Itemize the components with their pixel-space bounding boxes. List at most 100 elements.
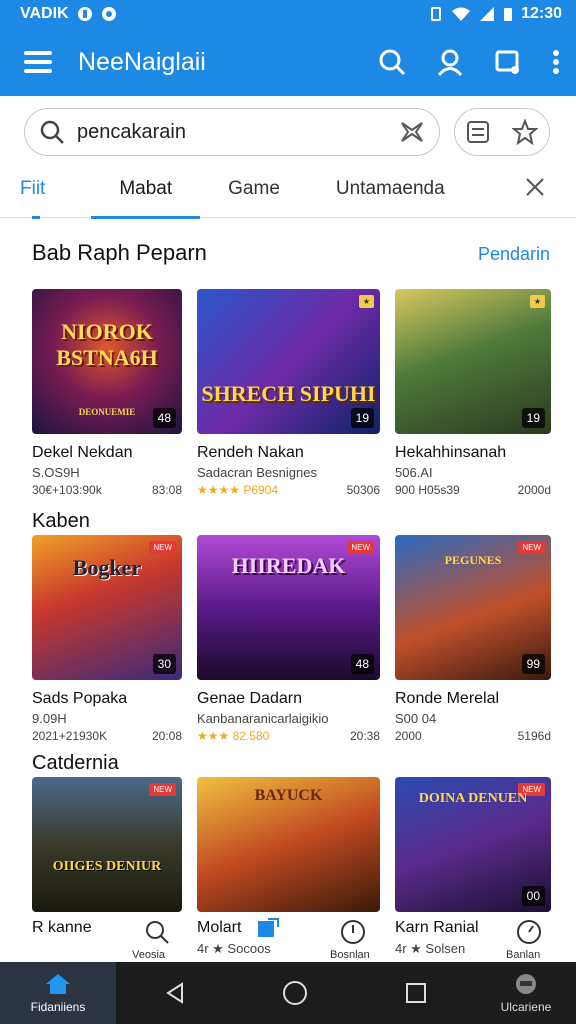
bottom-label-bug: Bosnlan	[330, 949, 370, 961]
circle-dot-icon	[101, 6, 117, 22]
game-name: Molart	[197, 919, 242, 936]
game-subtitle: 9.09H	[32, 711, 67, 726]
recents-icon[interactable]	[404, 981, 428, 1005]
game-thumbnail: NEW DOINA DENUEN 00	[395, 777, 551, 912]
more-vert-icon[interactable]	[552, 49, 560, 75]
game-thumbnail: NEW PEGUNES 99	[395, 535, 551, 680]
rating-badge: 30	[152, 654, 176, 674]
rating-badge: 48	[152, 408, 176, 428]
game-tag: ★	[529, 295, 545, 308]
game-meta: 30€+103:90k 83:08	[32, 483, 182, 497]
system-nav-bar: Fidaniiens Ulcariene	[0, 962, 576, 1024]
game-card[interactable]: BAYUCK	[197, 777, 380, 912]
game-card[interactable]: NEW PEGUNES 99 Ronde Merelal S00 04 2000…	[395, 535, 551, 743]
game-name: Rendeh Nakan	[197, 444, 304, 461]
game-meta-left: 2000	[395, 729, 422, 743]
game-subtitle: 4r ★ Socoos	[197, 941, 271, 956]
game-tag: ★	[358, 295, 374, 308]
game-subtitle: Kanbanaranicarlaigikio	[197, 711, 329, 726]
game-meta: 900 H05s39 2000d	[395, 483, 551, 497]
rating-badge: 99	[521, 654, 545, 674]
status-time: 12:30	[521, 5, 562, 22]
game-card[interactable]: NEW OIIGES DENIUR	[32, 777, 182, 912]
home-circle-icon[interactable]	[282, 980, 308, 1006]
game-meta-right: 83:08	[151, 483, 182, 497]
list-icon[interactable]	[466, 119, 490, 145]
game-art-title: SHRECH SIPUHI	[201, 381, 376, 406]
game-art-title: PEGUNES	[444, 553, 502, 567]
game-meta-right: 5196d	[517, 729, 551, 743]
game-tag: NEW	[149, 541, 176, 554]
game-thumbnail: NEW OIIGES DENIUR	[32, 777, 182, 912]
star-icon[interactable]	[512, 119, 538, 145]
profile-tab[interactable]: Ulcariene	[476, 972, 576, 1014]
close-icon[interactable]	[524, 176, 546, 198]
clock-icon[interactable]	[516, 919, 542, 945]
home-icon	[44, 972, 72, 996]
game-meta-left: ★★★ 82.580	[197, 729, 270, 743]
home-tab-label: Fidaniiens	[30, 1000, 86, 1014]
back-icon[interactable]	[164, 981, 186, 1005]
search-icon[interactable]	[378, 48, 406, 76]
game-subtitle: 506.AI	[395, 465, 433, 480]
game-art-title: HIIREDAK	[231, 553, 346, 578]
section-title: Kaben	[32, 510, 90, 532]
tab-mabat[interactable]: Mabat	[91, 160, 200, 219]
rating-badge: 19	[521, 408, 545, 428]
rating-badge: 48	[350, 654, 374, 674]
signal-icon	[479, 6, 495, 22]
account-icon[interactable]	[436, 48, 464, 76]
rating-badge: 19	[350, 408, 374, 428]
see-all-link[interactable]: Pendarin	[478, 244, 550, 265]
section-title: Catdernia	[32, 752, 119, 774]
game-name: Dekel Nekdan	[32, 444, 133, 461]
game-tag: NEW	[149, 783, 176, 796]
game-card[interactable]: ★ SHRECH SIPUHI 19 Rendeh Nakan Sadacran…	[197, 289, 380, 497]
game-thumbnail: BAYUCK	[197, 777, 380, 912]
game-art-title: DOINA DENUEN	[418, 791, 528, 806]
game-meta-left: 2021+21930K	[32, 729, 108, 743]
notification-icon	[77, 6, 93, 22]
battery-icon	[503, 6, 513, 22]
wifi-icon	[451, 6, 471, 22]
game-thumbnail: ★ 19	[395, 289, 551, 434]
game-art-title: BAYUCK	[254, 787, 323, 804]
game-meta-right: 2000d	[517, 483, 551, 497]
game-card[interactable]: NEW Bogker 30 Sads Popaka 9.09H 2021+219…	[32, 535, 182, 743]
game-subtitle: S00 04	[395, 711, 437, 726]
nav-buttons	[116, 980, 476, 1006]
game-thumbnail: NEW Bogker 30	[32, 535, 182, 680]
game-card[interactable]: NEW HIIREDAK 48 Genae Dadarn Kanbanarani…	[197, 535, 380, 743]
tab-untamaenda[interactable]: Untamaenda	[336, 160, 445, 218]
game-meta: ★★★ 82.580 20:38	[197, 729, 380, 743]
cast-icon[interactable]	[494, 48, 522, 76]
clear-icon[interactable]	[399, 120, 425, 144]
filter-button-group	[454, 108, 550, 156]
profile-tab-label: Ulcariene	[500, 1000, 552, 1014]
game-subtitle: 4r ★ Solsen	[395, 941, 466, 956]
bug-icon[interactable]	[340, 919, 366, 945]
tab-game[interactable]: Game	[228, 160, 280, 218]
game-meta-right: 20:38	[349, 729, 380, 743]
game-card[interactable]: ★ 19 Hekahhinsanah 506.AI 900 H05s39 2000…	[395, 289, 551, 497]
search-row	[0, 106, 576, 158]
search-input[interactable]	[77, 120, 387, 144]
search-box[interactable]	[24, 108, 440, 156]
home-tab[interactable]: Fidaniiens	[0, 962, 116, 1024]
game-art-title: Bogker	[72, 555, 142, 580]
status-bar: VADIK 12:30	[0, 0, 576, 28]
game-meta-left: ★★★★ P6904	[197, 483, 279, 497]
search-icon[interactable]	[144, 919, 170, 945]
game-name: Hekahhinsanah	[395, 444, 507, 461]
game-card[interactable]: NEW DOINA DENUEN 00	[395, 777, 551, 912]
game-meta-left: 30€+103:90k	[32, 483, 102, 497]
game-name: R kanne	[32, 919, 92, 936]
game-meta-left: 900 H05s39	[395, 483, 460, 497]
tab-bar: Fiit Mabat Game Untamaenda	[0, 160, 576, 219]
tab-fiit[interactable]: Fiit	[20, 160, 45, 219]
game-card[interactable]: NIOROK BSTNA6H DEONUEMIE 48 Dekel Nekdan…	[32, 289, 182, 497]
search-icon	[39, 119, 65, 145]
bookmark-icon[interactable]	[254, 917, 280, 941]
robot-icon	[514, 972, 538, 996]
menu-icon[interactable]	[24, 51, 52, 73]
